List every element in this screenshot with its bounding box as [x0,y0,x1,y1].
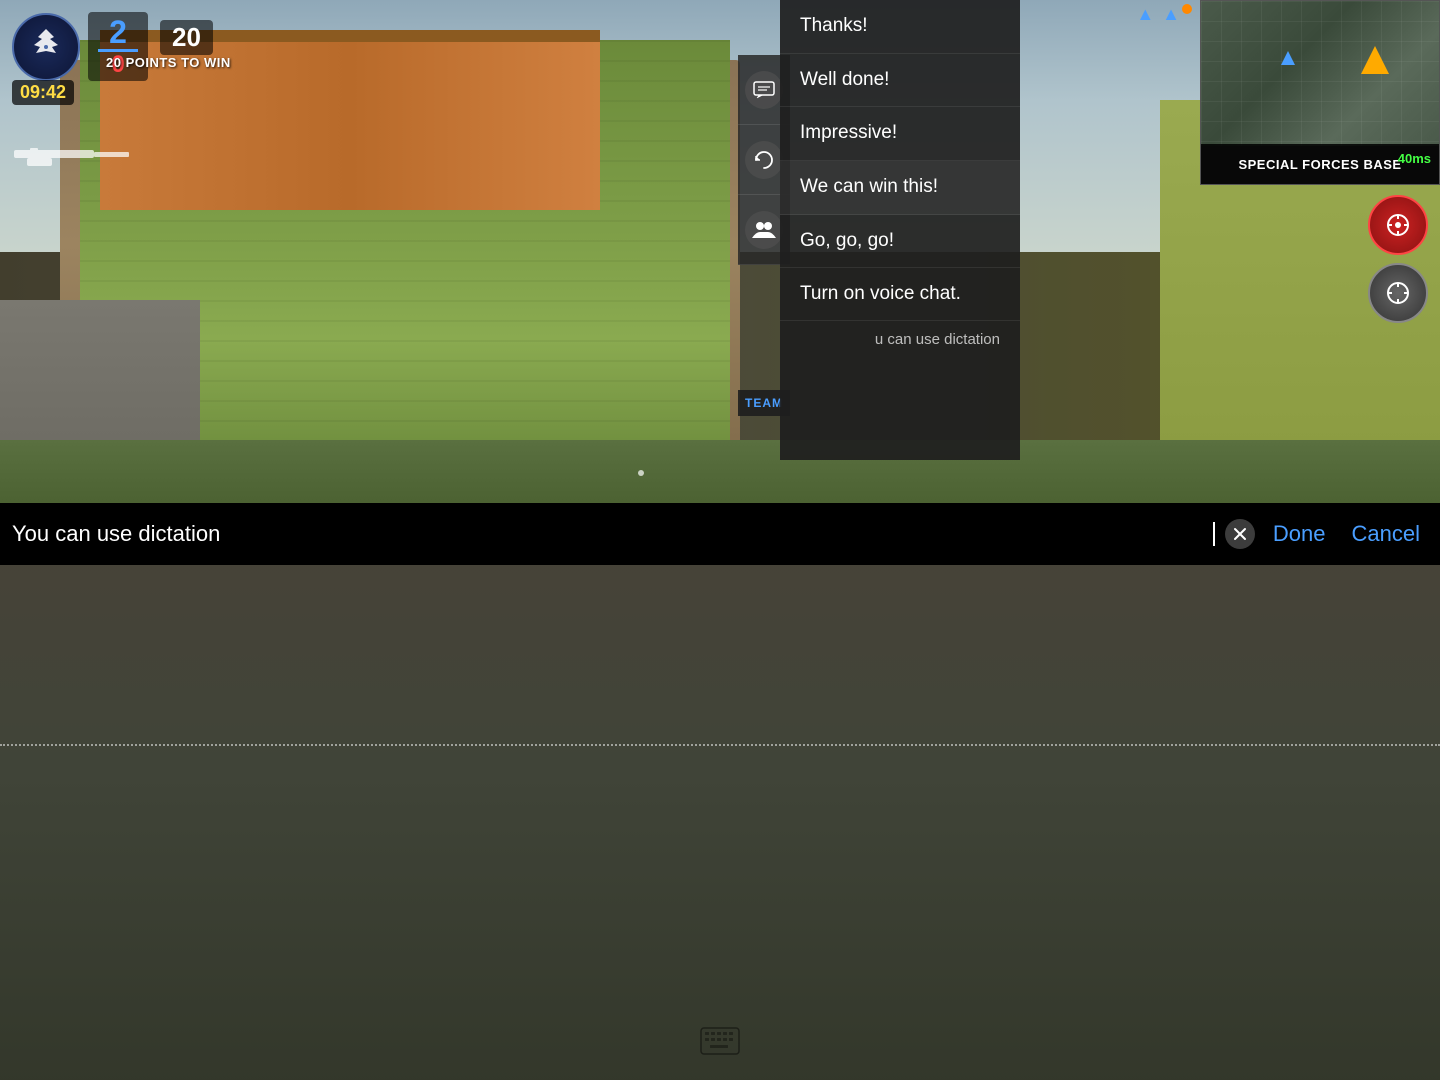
clear-button[interactable] [1225,519,1255,549]
quick-chat-panel[interactable]: Thanks! Well done! Impressive! We can wi… [780,0,1020,460]
chat-hint: u can use dictation [780,321,1020,358]
team-label: TEAM [745,396,783,410]
chat-impressive[interactable]: Impressive! [780,107,1020,161]
deck-structure [100,30,600,210]
chat-go-go-go[interactable]: Go, go, go! [780,215,1020,269]
cancel-button[interactable]: Cancel [1344,521,1428,547]
chat-thanks[interactable]: Thanks! [780,0,1020,54]
game-background [0,0,1440,560]
keyboard-separator [0,744,1440,746]
chat-we-can-win[interactable]: We can win this! [780,161,1020,215]
chat-icon [745,71,783,109]
team-icon [745,211,783,249]
keyboard-area [0,565,1440,1080]
deck-railing [100,30,600,42]
input-bar[interactable]: You can use dictation Done Cancel [0,503,1440,565]
message-input[interactable]: You can use dictation [12,521,1203,547]
chat-well-done[interactable]: Well done! [780,54,1020,108]
chat-voice[interactable]: Turn on voice chat. [780,268,1020,321]
done-button[interactable]: Done [1265,521,1334,547]
keyboard-icon [700,1027,740,1062]
refresh-icon [745,141,783,179]
text-cursor [1213,522,1215,546]
